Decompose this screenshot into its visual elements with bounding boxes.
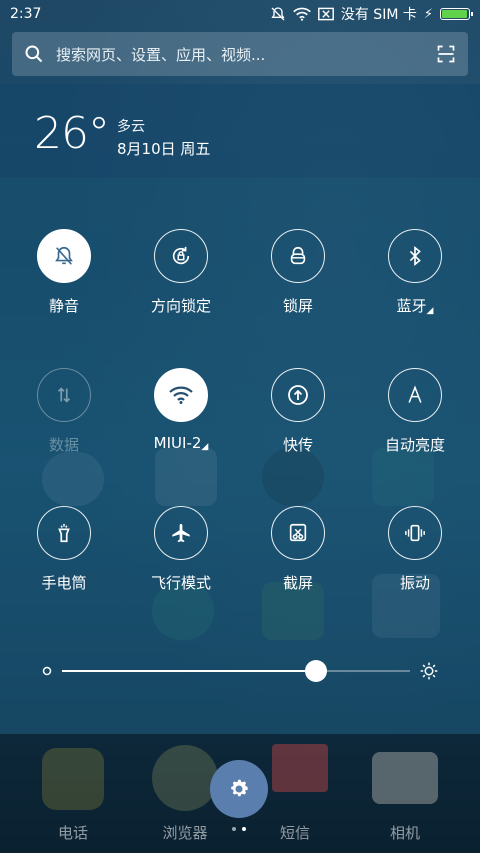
expand-caret-icon: ◢ [426,306,434,316]
tile-circle[interactable] [388,506,442,560]
tile-label: 手电筒 [41,574,87,592]
camera-app-icon[interactable] [372,752,438,804]
status-icons: 没有 SIM 卡 ⚡ [270,4,473,24]
expand-caret-icon: ◢ [201,442,209,452]
dock-label-phone[interactable]: 电话 [13,822,133,843]
tile-label: 自动亮度 [384,436,445,454]
messages-app-icon[interactable] [272,744,328,792]
dock-label-camera[interactable]: 相机 [345,822,465,843]
page-dot-active [242,827,246,831]
clock: 2:37 [10,6,42,22]
settings-button[interactable] [210,760,268,818]
tile-label-wrap: MIUI-2◢ [122,434,240,452]
airplane-icon [172,523,190,543]
date: 8月10日 周五 [117,140,211,158]
tile-circle[interactable] [271,229,325,283]
brightness-thumb[interactable] [305,660,328,682]
tile-circle[interactable] [388,368,442,422]
data-arrows-icon [57,387,71,403]
dock-label-messages[interactable]: 短信 [235,822,355,843]
tile-lock-screen[interactable]: 锁屏 [239,229,357,316]
tile-label: 截屏 [282,574,313,592]
weather-condition: 多云 [117,119,145,135]
dock-label-browser[interactable]: 浏览器 [125,822,245,843]
search-input[interactable]: 搜索网页、设置、应用、视频... [56,44,436,65]
screenshot-icon [289,523,307,542]
auto-brightness-icon [408,385,422,403]
tile-auto-brightness[interactable]: 自动亮度 [356,368,474,455]
tile-circle[interactable] [388,229,442,283]
upload-icon [288,385,308,405]
rotation-lock-icon [172,246,190,265]
tile-circle[interactable] [154,368,208,422]
tile-circle[interactable] [37,368,91,422]
tile-screenshot[interactable]: 截屏 [239,506,357,593]
tile-quick-transfer[interactable]: 快传 [239,368,357,455]
no-sim-icon [317,7,334,21]
gear-icon [231,779,248,797]
status-bar: 2:37 没有 SIM 卡 ⚡ [0,0,480,28]
tile-flashlight[interactable]: 手电筒 [5,506,123,593]
brightness-high-icon [420,662,438,680]
tile-label: MIUI-2 [153,434,202,452]
tile-label: 方向锁定 [150,297,211,315]
tile-circle[interactable] [37,506,91,560]
tile-label: 数据 [48,436,79,454]
tile-label: 振动 [399,574,430,592]
brightness-track[interactable] [62,660,410,682]
brightness-fill [62,670,317,672]
tile-vibrate[interactable]: 振动 [356,506,474,593]
tile-label: 飞行模式 [150,574,211,592]
battery-icon [440,8,473,20]
tile-circle[interactable] [37,229,91,283]
tile-circle[interactable] [271,506,325,560]
tile-label: 锁屏 [282,297,313,315]
tile-circle[interactable] [154,229,208,283]
battery-fill [442,10,468,18]
tile-label: 快传 [282,436,313,454]
page-indicator [232,827,246,831]
search-bar[interactable]: 搜索网页、设置、应用、视频... [12,32,468,76]
tile-label: 静音 [48,297,79,315]
tile-label-wrap: 蓝牙◢ [356,295,474,316]
tile-circle[interactable] [154,506,208,560]
temperature: 26° [34,108,110,159]
scan-icon[interactable] [436,44,456,64]
flashlight-icon [58,523,70,543]
tile-silent[interactable]: 静音 [5,229,123,316]
vibrate-icon [405,524,425,542]
tile-wifi[interactable]: MIUI-2◢ [122,368,240,452]
bluetooth-icon [409,246,421,266]
brightness-slider[interactable] [40,658,440,684]
tile-airplane-mode[interactable]: 飞行模式 [122,506,240,593]
browser-app-icon[interactable] [152,745,218,811]
tile-label: 蓝牙 [396,297,427,315]
tile-mobile-data[interactable]: 数据 [5,368,123,455]
charging-icon: ⚡ [423,6,433,22]
bell-off-icon [271,7,285,21]
tile-circle[interactable] [271,368,325,422]
bell-off-icon [55,246,73,265]
search-icon [25,45,43,63]
phone-app-icon[interactable] [42,748,104,810]
brightness-low-icon [42,666,52,676]
lock-icon [290,246,306,265]
carrier-text: 没有 SIM 卡 [340,7,417,23]
wifi-icon [169,386,193,404]
wifi-icon [293,7,311,21]
tile-bluetooth[interactable]: 蓝牙◢ [356,229,474,316]
page-dot [232,827,236,831]
tile-rotation-lock[interactable]: 方向锁定 [122,229,240,316]
